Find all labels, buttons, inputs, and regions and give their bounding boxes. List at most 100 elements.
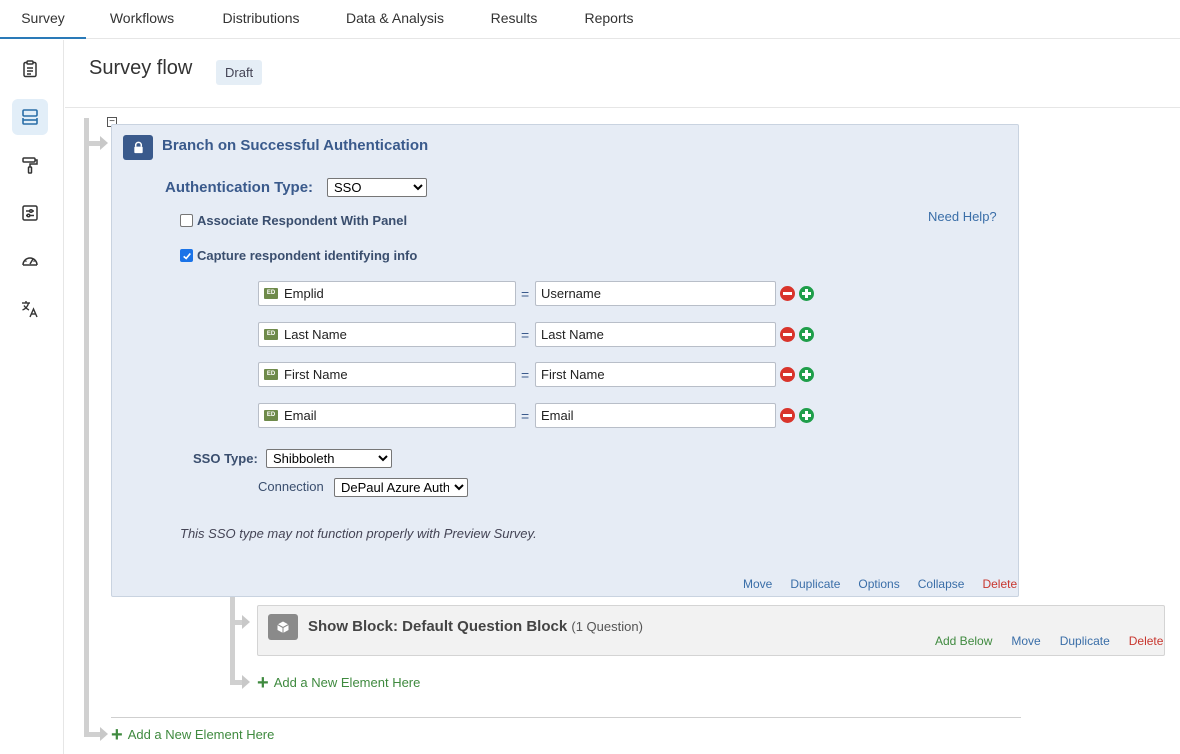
show-block-title: Show Block: Default Question Block (1 Qu… (308, 618, 643, 635)
remove-mapping-button[interactable] (780, 408, 795, 423)
sso-type-select[interactable]: Shibboleth (266, 449, 392, 468)
attribute-field-username[interactable]: Username (535, 281, 776, 306)
field-name: Email (284, 408, 317, 423)
show-block-name: Show Block: Default Question Block (308, 618, 568, 635)
top-navigation: Survey Workflows Distributions Data & An… (0, 0, 1180, 39)
embedded-field-first-name[interactable]: ED First Name (258, 362, 516, 387)
rail-item-survey-checker[interactable] (12, 243, 48, 279)
duplicate-link[interactable]: Duplicate (1060, 634, 1110, 648)
rail-item-survey-flow[interactable] (12, 99, 48, 135)
translate-icon (22, 301, 38, 318)
checkmark-icon (182, 252, 191, 260)
attribute-value: Username (541, 286, 601, 301)
connection-select[interactable]: DePaul Azure Auth (334, 478, 468, 497)
embedded-field-emplid[interactable]: ED Emplid (258, 281, 516, 306)
associate-panel-row: Associate Respondent With Panel (180, 213, 407, 228)
survey-flow-icon (22, 109, 38, 125)
associate-panel-checkbox[interactable] (180, 214, 193, 227)
sso-preview-note: This SSO type may not function properly … (180, 526, 537, 541)
equals-sign: = (521, 408, 530, 424)
remove-mapping-button[interactable] (780, 327, 795, 342)
page-title: Survey flow (89, 57, 193, 79)
attribute-field-first-name[interactable]: First Name (535, 362, 776, 387)
move-link[interactable]: Move (743, 577, 772, 591)
flow-arrow-add-inner (242, 675, 250, 689)
authentication-type-label: Authentication Type: (165, 179, 314, 196)
embedded-data-tag: ED (264, 329, 278, 340)
add-mapping-button[interactable] (799, 327, 814, 342)
clipboard-icon (23, 60, 37, 78)
add-new-element-outer[interactable]: + Add a New Element Here (111, 723, 275, 746)
equals-sign: = (521, 367, 530, 383)
add-below-link[interactable]: Add Below (935, 634, 992, 648)
field-name: First Name (284, 367, 348, 382)
paint-roller-icon (22, 157, 38, 174)
lock-icon (123, 135, 153, 160)
field-name: Last Name (284, 327, 347, 342)
embedded-data-tag: ED (264, 369, 278, 380)
flow-arrow-branch (100, 136, 108, 150)
tab-results[interactable]: Results (478, 0, 550, 39)
show-block-actions: Add Below Move Duplicate Delete (935, 634, 1163, 648)
rail-item-survey-options[interactable] (12, 195, 48, 231)
remove-mapping-button[interactable] (780, 286, 795, 301)
attribute-value: Last Name (541, 327, 604, 342)
connection-label: Connection (258, 479, 324, 494)
tab-distributions[interactable]: Distributions (210, 0, 312, 39)
left-rail (0, 40, 64, 754)
embedded-field-email[interactable]: ED Email (258, 403, 516, 428)
authentication-type-select[interactable]: SSO (327, 178, 427, 197)
add-mapping-button[interactable] (799, 286, 814, 301)
flow-arrow-showblock (242, 615, 250, 629)
need-help-link[interactable]: Need Help? (928, 209, 997, 224)
tab-reports[interactable]: Reports (574, 0, 644, 39)
gauge-icon (22, 257, 38, 266)
capture-info-checkbox[interactable] (180, 249, 193, 262)
flow-line-inner (230, 597, 235, 685)
branch-actions: Move Duplicate Options Collapse Delete (743, 577, 1017, 591)
remove-mapping-button[interactable] (780, 367, 795, 382)
survey-options-icon (22, 205, 38, 221)
collapse-link[interactable]: Collapse (918, 577, 965, 591)
tab-workflows[interactable]: Workflows (96, 0, 188, 39)
tab-survey[interactable]: Survey (0, 0, 86, 39)
block-cube-icon (268, 614, 298, 640)
attribute-field-email[interactable]: Email (535, 403, 776, 428)
plus-icon: + (257, 671, 269, 694)
move-link[interactable]: Move (1011, 634, 1040, 648)
embedded-field-last-name[interactable]: ED Last Name (258, 322, 516, 347)
add-mapping-button[interactable] (799, 367, 814, 382)
capture-info-row: Capture respondent identifying info (180, 248, 417, 263)
tab-data-analysis[interactable]: Data & Analysis (336, 0, 454, 39)
embedded-data-tag: ED (264, 288, 278, 299)
options-link[interactable]: Options (858, 577, 899, 591)
attribute-value: Email (541, 408, 574, 423)
add-new-element-label: Add a New Element Here (127, 727, 275, 742)
add-new-element-label: Add a New Element Here (273, 675, 421, 690)
duplicate-link[interactable]: Duplicate (790, 577, 840, 591)
rail-item-survey[interactable] (12, 51, 48, 87)
flow-line-main (84, 118, 89, 736)
sso-type-label: SSO Type: (193, 451, 258, 466)
plus-icon: + (111, 723, 123, 746)
show-block-panel: Show Block: Default Question Block (1 Qu… (257, 605, 1165, 656)
flow-arrow-bottom (100, 727, 108, 741)
add-mapping-button[interactable] (799, 408, 814, 423)
associate-panel-label: Associate Respondent With Panel (197, 213, 408, 228)
bottom-divider (111, 717, 1021, 718)
capture-info-label: Capture respondent identifying info (197, 248, 418, 263)
rail-item-look-and-feel[interactable] (12, 147, 48, 183)
equals-sign: = (521, 286, 530, 302)
add-new-element-inner[interactable]: + Add a New Element Here (257, 671, 421, 694)
show-block-question-count: (1 Question) (571, 619, 643, 634)
rail-item-translate[interactable] (12, 291, 48, 327)
attribute-field-last-name[interactable]: Last Name (535, 322, 776, 347)
branch-title: Branch on Successful Authentication (162, 137, 429, 154)
authentication-branch-panel: Branch on Successful Authentication Auth… (111, 124, 1019, 597)
status-badge: Draft (216, 60, 263, 85)
embedded-data-tag: ED (264, 410, 278, 421)
equals-sign: = (521, 327, 530, 343)
delete-link[interactable]: Delete (982, 577, 1017, 591)
attribute-value: First Name (541, 367, 605, 382)
delete-link[interactable]: Delete (1129, 634, 1164, 648)
